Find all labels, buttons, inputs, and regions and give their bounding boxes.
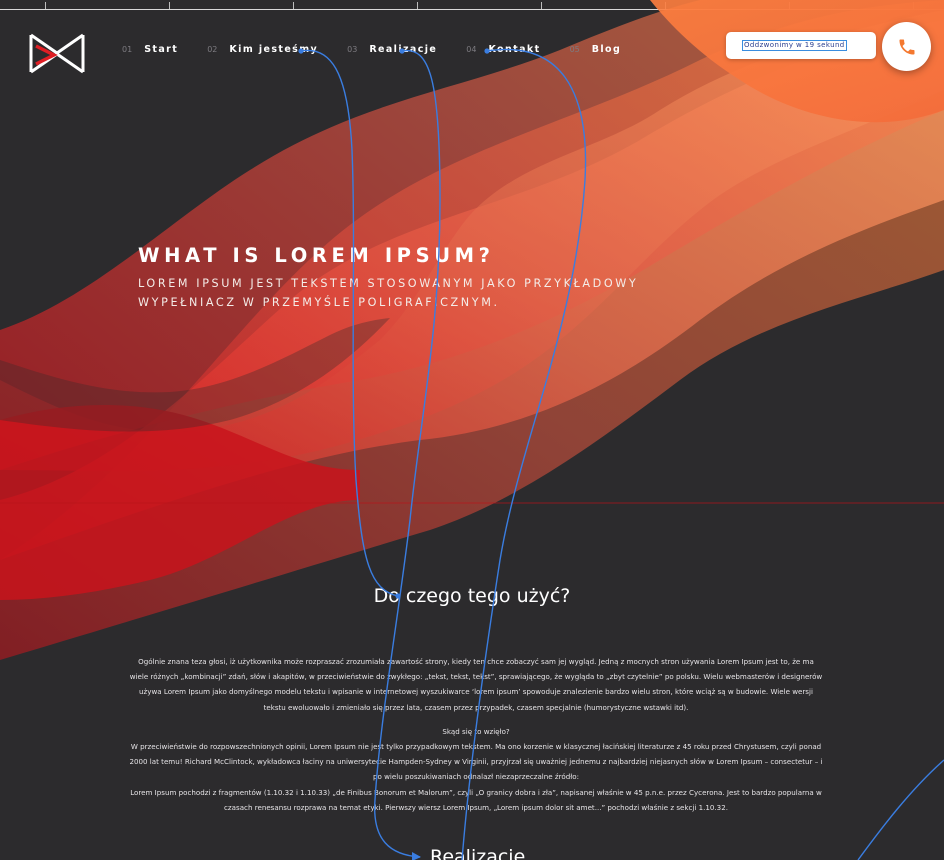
nav-number: 05 <box>569 45 580 54</box>
nav-number: 04 <box>466 45 477 54</box>
main-nav: 01 Start 02 Kim jesteśmy 03 Realizacje 0… <box>122 44 650 55</box>
nav-item-kim-jestesmy[interactable]: 02 Kim jesteśmy <box>207 44 318 55</box>
hero-subtitle: LOREM IPSUM JEST TEKSTEM STOSOWANYM JAKO… <box>138 277 639 309</box>
nav-label[interactable]: Start <box>144 44 178 55</box>
callback-text[interactable]: Oddzwonimy w 19 sekund <box>742 40 847 51</box>
nav-item-kontakt[interactable]: 04 Kontakt <box>466 44 540 55</box>
nav-label[interactable]: Kim jesteśmy <box>229 44 318 55</box>
paragraph: Ogólnie znana teza głosi, iż użytkownika… <box>129 657 823 712</box>
nav-label[interactable]: Blog <box>592 44 621 55</box>
nav-number: 01 <box>122 45 133 54</box>
call-button[interactable] <box>882 22 931 71</box>
page: 01 Start 02 Kim jesteśmy 03 Realizacje 0… <box>0 0 944 860</box>
paragraph: W przeciwieństwie do rozpowszechnionych … <box>129 742 823 782</box>
section-content: Ogólnie znana teza głosi, iż użytkownika… <box>128 654 824 815</box>
nav-number: 02 <box>207 45 218 54</box>
phone-icon <box>899 39 914 54</box>
nav-item-start[interactable]: 01 Start <box>122 44 178 55</box>
callback-badge[interactable]: Oddzwonimy w 19 sekund <box>726 32 876 59</box>
nav-number: 03 <box>347 45 358 54</box>
nav-item-realizacje[interactable]: 03 Realizacje <box>347 44 437 55</box>
nav-item-blog[interactable]: 05 Blog <box>570 44 622 55</box>
hero-title: WHAT IS LOREM IPSUM? <box>138 244 495 267</box>
section-title: Do czego tego użyć? <box>373 585 571 607</box>
paragraph: Lorem Ipsum pochodzi z fragmentów (1.10.… <box>130 787 822 812</box>
nav-label[interactable]: Kontakt <box>488 44 540 55</box>
nav-label[interactable]: Realizacje <box>369 44 437 55</box>
section-realizacje-title: Realizacje <box>430 846 526 860</box>
paragraph-heading: Skąd się to wzięło? <box>442 726 510 736</box>
brand-logo-icon[interactable] <box>28 32 86 74</box>
